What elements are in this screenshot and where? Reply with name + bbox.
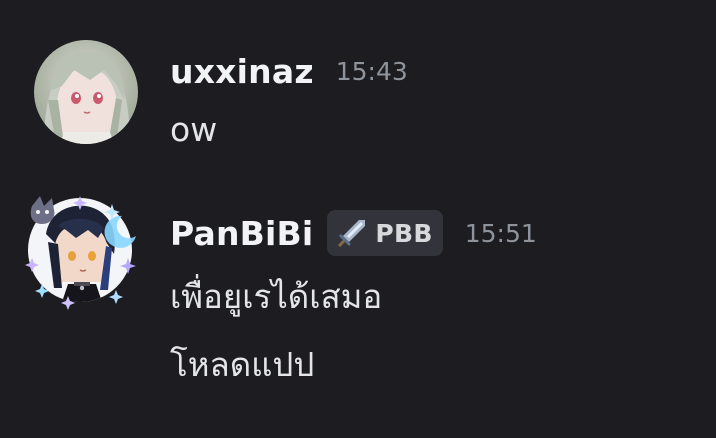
message-header: uxxinaz 15:43 <box>170 52 408 91</box>
message-line: โหลดแปป <box>170 345 315 384</box>
chat-message: PanBiBi PBB 15:51 เพื่อยูเรได้เสมอ โหลดแ… <box>0 190 716 400</box>
avatar-image <box>28 198 132 302</box>
server-tag-label: PBB <box>375 218 433 248</box>
username[interactable]: PanBiBi <box>170 214 313 253</box>
avatar[interactable] <box>28 198 132 302</box>
message-content: ow <box>170 110 218 149</box>
username[interactable]: uxxinaz <box>170 52 314 91</box>
avatar-image <box>34 40 138 144</box>
sword-icon <box>338 220 366 247</box>
avatar[interactable] <box>34 40 138 144</box>
chat-message-list: uxxinaz 15:43 ow PanBiBi PBB 15:51 เพื่อ… <box>0 0 716 438</box>
server-tag[interactable]: PBB <box>327 210 443 256</box>
timestamp[interactable]: 15:43 <box>336 57 408 86</box>
chat-message: uxxinaz 15:43 ow <box>0 40 716 150</box>
timestamp[interactable]: 15:51 <box>465 219 537 248</box>
message-line: เพื่อยูเรได้เสมอ <box>170 277 383 316</box>
message-header: PanBiBi PBB 15:51 <box>170 210 537 256</box>
